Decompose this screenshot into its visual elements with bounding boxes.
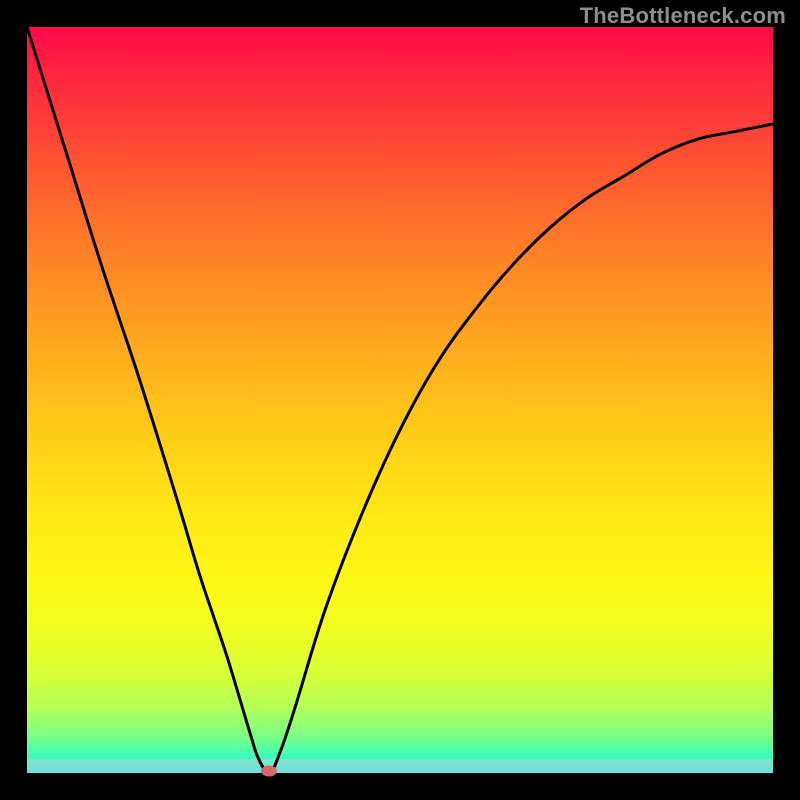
bottom-highlight-band [27, 759, 773, 773]
minimum-marker [261, 765, 277, 776]
chart-frame: TheBottleneck.com [0, 0, 800, 800]
bottleneck-curve [27, 27, 773, 773]
plot-area [27, 27, 773, 773]
watermark-text: TheBottleneck.com [580, 3, 786, 29]
